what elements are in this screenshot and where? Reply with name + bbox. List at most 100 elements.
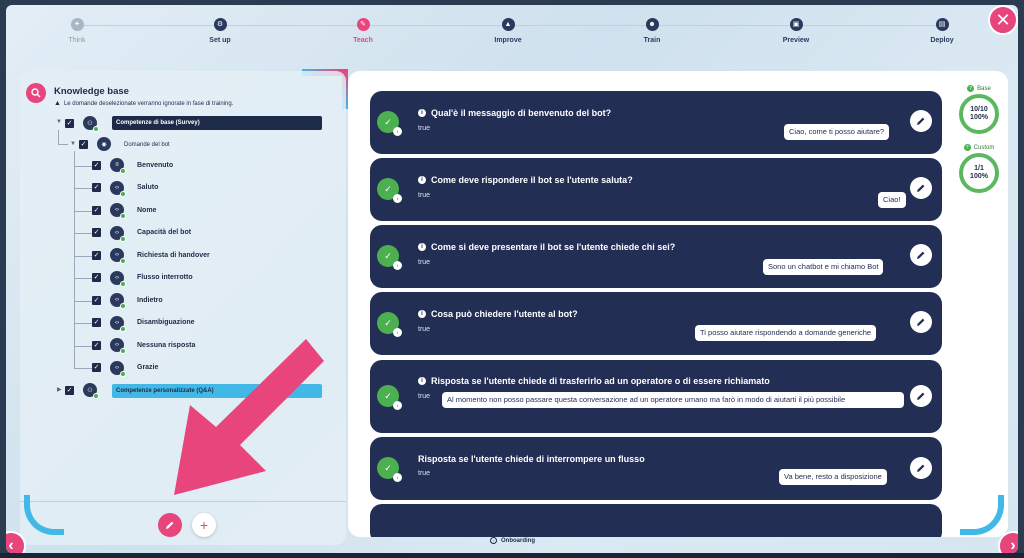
tree-connector (74, 256, 92, 257)
qa-question: Risposta se l'utente chiede di interromp… (418, 454, 645, 464)
step-preview[interactable]: ▣ Preview (756, 18, 836, 44)
checkbox[interactable]: ✓ (92, 341, 101, 350)
step-train[interactable]: ☻ Train (612, 18, 692, 44)
edit-pencil-button[interactable] (910, 110, 932, 132)
share-icon: ⚇ (83, 383, 99, 399)
check-circle-icon: ✓ i (377, 178, 402, 203)
progress-ring: 10/10 100% (959, 94, 999, 134)
qa-question: i Risposta se l'utente chiede di trasferi… (418, 376, 770, 386)
checkbox[interactable]: ✓ (92, 318, 101, 327)
checkbox[interactable]: ✓ (92, 251, 101, 260)
check-circle-icon: ✓ i (377, 457, 402, 482)
step-label: Set up (209, 37, 231, 44)
add-button[interactable]: + (192, 513, 216, 537)
qa-answer: Ciao! (878, 192, 906, 209)
code-icon: ‹› (110, 293, 126, 309)
tree-item-label: Saluto (137, 184, 159, 191)
edit-pencil-button[interactable] (910, 457, 932, 479)
code-icon: ‹› (110, 361, 126, 377)
qa-question-text: Risposta se l'utente chiede di trasferir… (431, 376, 770, 386)
step-deploy[interactable]: ▤ Deploy (902, 18, 982, 44)
tree-connector (74, 211, 92, 212)
badge-icon: i (393, 401, 402, 410)
text-icon: ≡ (110, 158, 126, 174)
edit-pencil-button[interactable] (910, 244, 932, 266)
tree-connector (74, 301, 92, 302)
step-set-up[interactable]: ⚙ Set up (180, 18, 260, 44)
qa-value: true (418, 192, 431, 199)
step-label: Deploy (930, 37, 954, 44)
step-label: Preview (782, 37, 810, 44)
tree-connector (74, 166, 92, 167)
edit-pencil-button[interactable] (910, 177, 932, 199)
qa-card: ✓ i i Qual'è il messaggio di benvenuto del… (370, 91, 942, 154)
code-icon: ‹› (110, 181, 126, 197)
check-circle-icon: ✓ i (377, 245, 402, 270)
info-icon: i (418, 377, 426, 385)
badge-icon: i (393, 261, 402, 270)
checkbox[interactable]: ✓ (92, 183, 101, 192)
caret-right-icon[interactable]: ▶ (57, 386, 62, 393)
monitor-icon: ▣ (789, 18, 803, 31)
step-improve[interactable]: ▲ Improve (468, 18, 548, 44)
edit-pencil-button[interactable] (910, 311, 932, 333)
stat-count: 1/1 (974, 164, 984, 172)
check-circle-icon: ✓ i (377, 312, 402, 337)
edit-button[interactable] (158, 513, 182, 537)
badge-icon: i (393, 194, 402, 203)
help-icon: ? (963, 144, 971, 151)
decorative-corner (24, 495, 64, 535)
tree-connector (58, 130, 59, 144)
group-base-label[interactable]: Competenze di base (Survey) (112, 116, 322, 130)
bottom-strip (0, 553, 1024, 558)
stat-label-text: Base (977, 85, 991, 92)
step-label: Teach (353, 37, 373, 44)
checkbox-group-custom[interactable]: ✓ (65, 386, 74, 395)
qa-card: ✓ i i Come deve rispondere il bot se l'ute… (370, 158, 942, 221)
qa-question-text: Risposta se l'utente chiede di interromp… (418, 454, 645, 464)
edit-pencil-button[interactable] (910, 385, 932, 407)
caret-down-icon[interactable]: ▼ (70, 141, 76, 147)
check-circle-icon: ✓ i (377, 385, 402, 410)
qa-answer: Ciao, come ti posso aiutare? (784, 124, 890, 141)
badge-icon: i (393, 473, 402, 482)
checkbox-group-base[interactable]: ✓ (65, 119, 74, 128)
code-icon: ‹› (110, 316, 126, 332)
qa-question-text: Qual'è il messaggio di benvenuto del bot… (431, 108, 612, 118)
caret-down-icon[interactable]: ▼ (56, 119, 62, 125)
checkbox-sub-group[interactable]: ✓ (79, 140, 88, 149)
step-teach[interactable]: ✎ Teach (323, 18, 403, 44)
step-think[interactable]: ✦ Think (37, 18, 117, 44)
tree-item-label: Benvenuto (137, 162, 174, 169)
tree-item-label: Disambiguazione (137, 319, 195, 326)
info-icon: i (418, 310, 426, 318)
eye-icon: ◉ (97, 137, 111, 151)
stat-base: ? Base 10/10 100% (956, 85, 1002, 134)
tree-connector (74, 151, 75, 368)
pointer-arrow-icon (174, 339, 324, 495)
qa-card (370, 504, 942, 537)
tree-connector (74, 233, 92, 234)
qa-value: true (418, 393, 431, 400)
chart-icon: ▲ (501, 18, 515, 31)
qa-question: i Come deve rispondere il bot se l'utente… (418, 175, 633, 185)
checkbox[interactable]: ✓ (92, 296, 101, 305)
qa-card: ✓ i i Cosa può chiedere l'utente al bot? t… (370, 292, 942, 355)
onboarding-link[interactable]: ◦ Onboarding (490, 537, 535, 544)
checkbox[interactable]: ✓ (92, 228, 101, 237)
info-icon: i (418, 243, 426, 251)
stat-label-text: Custom (973, 144, 995, 151)
tree-connector (74, 346, 92, 347)
help-icon: ? (967, 85, 975, 92)
checkbox[interactable]: ✓ (92, 363, 101, 372)
checkbox[interactable]: ✓ (92, 273, 101, 282)
qa-question-text: Cosa può chiedere l'utente al bot? (431, 309, 578, 319)
checkbox[interactable]: ✓ (92, 161, 101, 170)
qa-card: ✓ i Risposta se l'utente chiede di interr… (370, 437, 942, 500)
qa-question: i Come si deve presentare il bot se l'ute… (418, 242, 675, 252)
stat-percent: 100% (970, 173, 988, 180)
search-icon[interactable] (26, 83, 46, 103)
checkbox[interactable]: ✓ (92, 206, 101, 215)
robot-icon: ☻ (645, 18, 659, 31)
close-button[interactable]: ✕ (988, 5, 1018, 35)
